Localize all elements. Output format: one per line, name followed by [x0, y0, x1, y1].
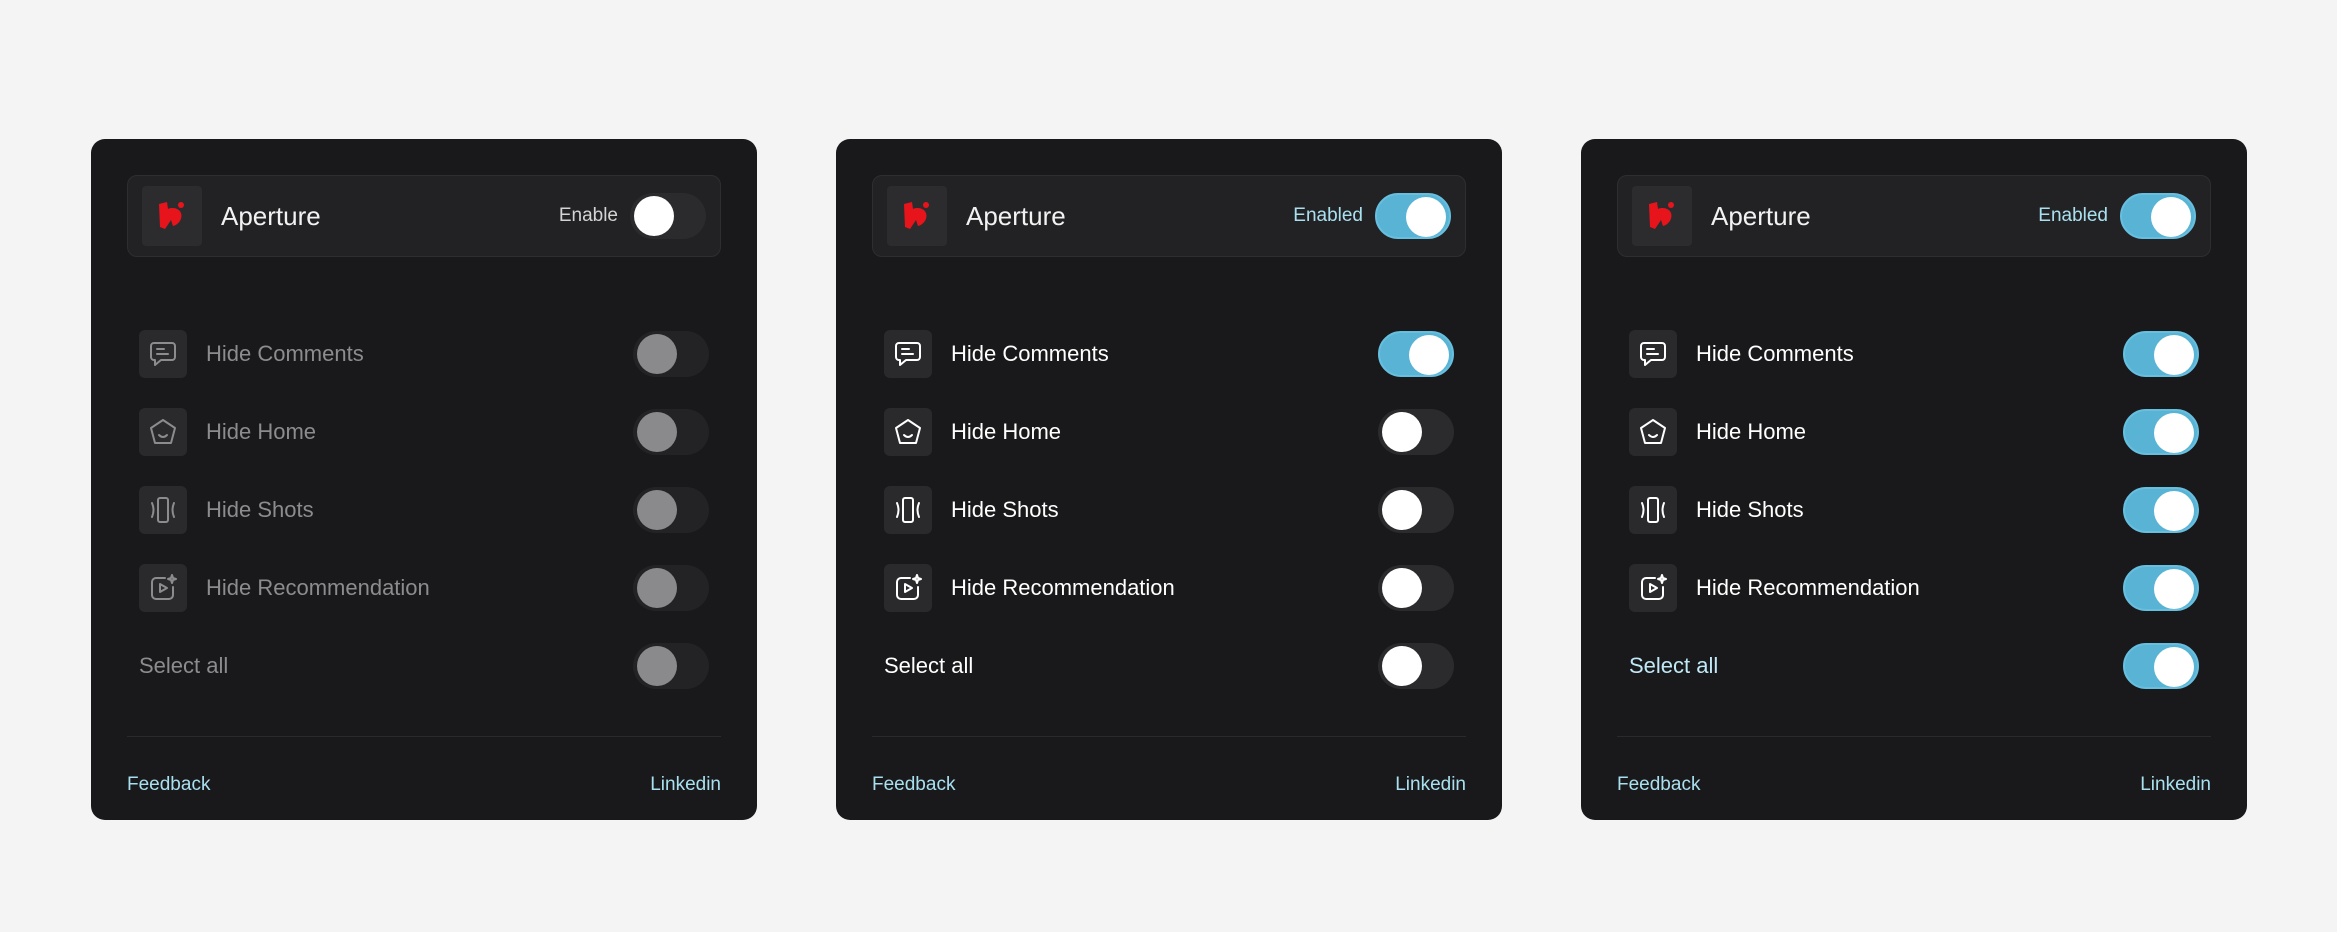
aperture-logo-icon	[887, 186, 947, 246]
enable-status-label: Enable	[558, 205, 618, 226]
feedback-link[interactable]: Feedback	[872, 774, 955, 796]
setting-label: Hide Recommendation	[206, 575, 430, 600]
hide-shots-toggle[interactable]	[633, 487, 709, 533]
setting-row-hide-home: Hide Home	[872, 393, 1466, 471]
setting-row-hide-comments: Hide Comments	[127, 315, 721, 393]
home-icon	[1629, 408, 1677, 456]
setting-row-hide-comments: Hide Comments	[872, 315, 1466, 393]
hide-comments-toggle[interactable]	[1378, 331, 1454, 377]
hide-comments-toggle[interactable]	[2123, 331, 2199, 377]
setting-row-hide-home: Hide Home	[1617, 393, 2211, 471]
hide-recommendation-toggle[interactable]	[2123, 565, 2199, 611]
linkedin-link[interactable]: Linkedin	[650, 774, 721, 796]
select-all-toggle[interactable]	[1378, 643, 1454, 689]
select-all-row: Select all	[127, 627, 721, 705]
extension-header: Aperture Enabled	[872, 175, 1466, 257]
app-name: Aperture	[221, 200, 321, 231]
feedback-link[interactable]: Feedback	[1617, 774, 1700, 796]
hide-home-toggle[interactable]	[2123, 409, 2199, 455]
setting-label: Hide Shots	[1696, 497, 1804, 522]
hide-recommendation-toggle[interactable]	[633, 565, 709, 611]
comment-icon	[139, 330, 187, 378]
setting-label: Hide Recommendation	[1696, 575, 1920, 600]
setting-row-hide-recommendation: Hide Recommendation	[127, 549, 721, 627]
aperture-logo-icon	[1632, 186, 1692, 246]
select-all-row: Select all	[1617, 627, 2211, 705]
feedback-link[interactable]: Feedback	[127, 774, 210, 796]
extension-header: Aperture Enabled	[1617, 175, 2211, 257]
master-enable-toggle[interactable]	[2120, 193, 2196, 239]
setting-label: Hide Shots	[206, 497, 314, 522]
footer: Feedback Linkedin	[1617, 737, 2211, 833]
setting-label: Hide Home	[206, 419, 317, 444]
select-all-label: Select all	[884, 653, 974, 678]
setting-row-hide-recommendation: Hide Recommendation	[872, 549, 1466, 627]
home-icon	[139, 408, 187, 456]
aperture-logo-icon	[142, 186, 202, 246]
master-enable-toggle[interactable]	[1375, 193, 1451, 239]
recommendation-icon	[1629, 564, 1677, 612]
setting-label: Hide Recommendation	[951, 575, 1175, 600]
settings-panel-enabled: Aperture Enabled Hide Comments Hide Home	[836, 139, 1502, 820]
setting-row-hide-shots: Hide Shots	[872, 471, 1466, 549]
hide-home-toggle[interactable]	[1378, 409, 1454, 455]
setting-row-hide-comments: Hide Comments	[1617, 315, 2211, 393]
master-enable-toggle[interactable]	[630, 193, 706, 239]
select-all-label: Select all	[139, 653, 229, 678]
setting-row-hide-shots: Hide Shots	[127, 471, 721, 549]
hide-comments-toggle[interactable]	[633, 331, 709, 377]
hide-shots-toggle[interactable]	[1378, 487, 1454, 533]
select-all-toggle[interactable]	[633, 643, 709, 689]
app-name: Aperture	[966, 200, 1066, 231]
shots-icon	[139, 486, 187, 534]
hide-shots-toggle[interactable]	[2123, 487, 2199, 533]
select-all-label: Select all	[1629, 653, 1719, 678]
setting-label: Hide Comments	[951, 341, 1109, 366]
comment-icon	[1629, 330, 1677, 378]
settings-panel-all-selected: Aperture Enabled Hide Comments Hide Home	[1581, 139, 2247, 820]
shots-icon	[884, 486, 932, 534]
setting-label: Hide Comments	[1696, 341, 1854, 366]
setting-row-hide-home: Hide Home	[127, 393, 721, 471]
comment-icon	[884, 330, 932, 378]
footer: Feedback Linkedin	[872, 737, 1466, 833]
enable-status-label: Enabled	[2038, 205, 2108, 226]
recommendation-icon	[139, 564, 187, 612]
hide-home-toggle[interactable]	[633, 409, 709, 455]
setting-label: Hide Comments	[206, 341, 364, 366]
home-icon	[884, 408, 932, 456]
extension-header: Aperture Enable	[127, 175, 721, 257]
settings-panel-disabled: Aperture Enable Hide Comments Hide Home	[91, 139, 757, 820]
linkedin-link[interactable]: Linkedin	[2140, 774, 2211, 796]
linkedin-link[interactable]: Linkedin	[1395, 774, 1466, 796]
app-name: Aperture	[1711, 200, 1811, 231]
select-all-toggle[interactable]	[2123, 643, 2199, 689]
setting-label: Hide Shots	[951, 497, 1059, 522]
setting-row-hide-shots: Hide Shots	[1617, 471, 2211, 549]
footer: Feedback Linkedin	[127, 737, 721, 833]
shots-icon	[1629, 486, 1677, 534]
enable-status-label: Enabled	[1293, 205, 1363, 226]
setting-label: Hide Home	[1696, 419, 1807, 444]
setting-row-hide-recommendation: Hide Recommendation	[1617, 549, 2211, 627]
hide-recommendation-toggle[interactable]	[1378, 565, 1454, 611]
recommendation-icon	[884, 564, 932, 612]
select-all-row: Select all	[872, 627, 1466, 705]
setting-label: Hide Home	[951, 419, 1062, 444]
